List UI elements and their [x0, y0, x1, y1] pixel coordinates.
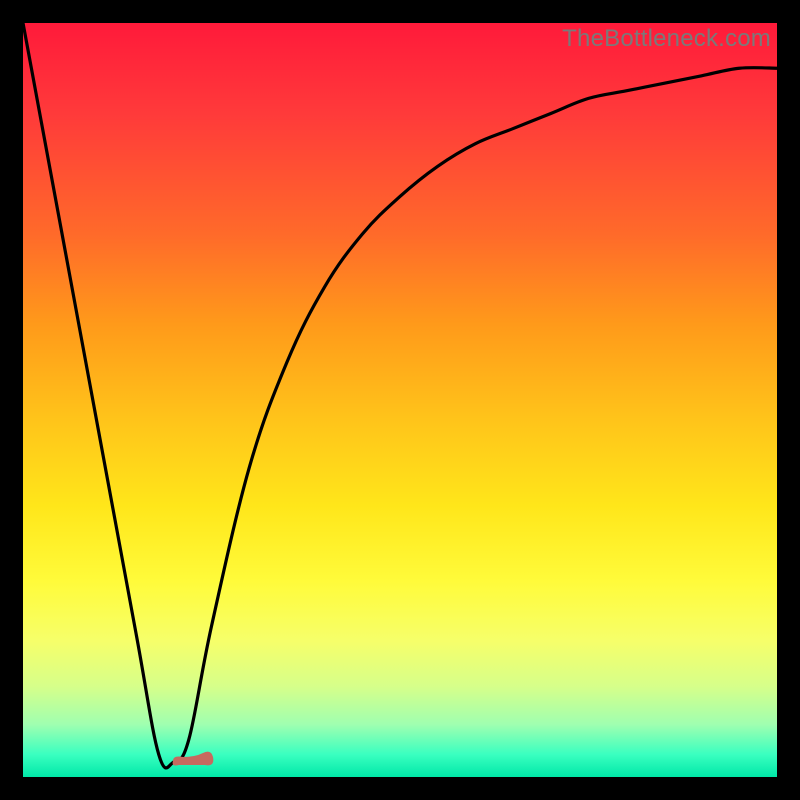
bottleneck-curve: [23, 23, 777, 777]
optimal-range-marker: [165, 741, 221, 767]
watermark-text: TheBottleneck.com: [562, 25, 771, 53]
chart-plot-area: TheBottleneck.com: [23, 23, 777, 777]
